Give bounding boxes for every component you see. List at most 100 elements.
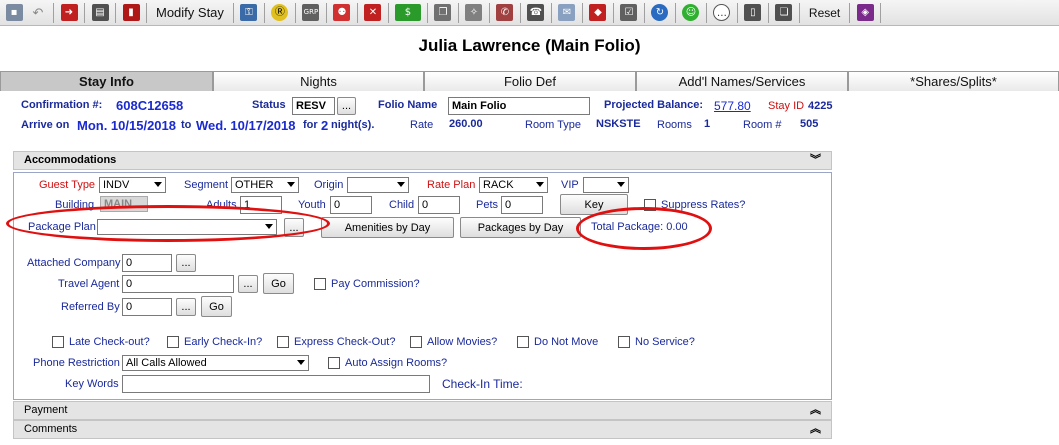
amenities-by-day-button[interactable]: Amenities by Day (321, 217, 454, 238)
referred-by-go-button[interactable]: Go (201, 296, 232, 317)
toolbar-divider (849, 2, 851, 23)
pets-field[interactable]: 0 (501, 196, 543, 214)
toolbar-divider (356, 2, 358, 23)
save-icon[interactable]: ▪ (2, 2, 26, 24)
auto-assign-rooms-checkbox[interactable] (328, 357, 340, 369)
tab-nights[interactable]: Nights (213, 71, 424, 91)
document-icon[interactable]: ▯ (741, 2, 765, 24)
referred-by-lookup-button[interactable]: ... (176, 298, 196, 316)
do-not-move-label: Do Not Move (534, 336, 599, 348)
phone-restriction-label: Phone Restriction (33, 357, 120, 369)
attached-company-lookup-button[interactable]: ... (176, 254, 196, 272)
key-icon[interactable]: ⚿ (237, 2, 261, 24)
grp-icon[interactable]: GRP (299, 2, 323, 24)
segment-select[interactable]: OTHER (231, 177, 299, 193)
projected-balance-link[interactable]: 577.80 (714, 99, 751, 113)
reset-button[interactable]: Reset (803, 2, 846, 24)
print-icon[interactable]: ▤ (88, 2, 112, 24)
export-icon[interactable]: ➜ (57, 2, 81, 24)
projected-balance-label: Projected Balance: (604, 99, 704, 111)
guest-type-select[interactable]: INDV (99, 177, 166, 193)
tag-icon[interactable]: ◆ (586, 2, 610, 24)
toolbar-divider (387, 2, 389, 23)
pay-commission-checkbox[interactable] (314, 278, 326, 290)
collapse-chevron-icon[interactable]: ︾ (810, 152, 821, 169)
pets-label: Pets (476, 199, 499, 211)
undo-icon[interactable]: ↶ (26, 2, 50, 24)
do-not-move-checkbox[interactable] (517, 336, 529, 348)
money-icon[interactable]: $ (392, 2, 424, 24)
toolbar-divider (146, 2, 147, 23)
no-service-checkbox[interactable] (618, 336, 630, 348)
wand-icon[interactable]: ✧ (462, 2, 486, 24)
origin-select[interactable] (347, 177, 409, 193)
gold-coin-icon[interactable]: Ⓡ (268, 2, 292, 24)
clipboard-icon[interactable]: ☑ (617, 2, 641, 24)
comments-header[interactable]: Comments ︽ (13, 420, 832, 439)
express-checkout-checkbox[interactable] (277, 336, 289, 348)
envelope-icon[interactable]: ✉ (555, 2, 579, 24)
folio-name-field[interactable]: Main Folio (448, 97, 590, 115)
speech-bubble-icon[interactable]: … (710, 2, 734, 24)
payment-header[interactable]: Payment ︽ (13, 401, 832, 420)
toolbar-divider (705, 2, 707, 23)
toolbar-divider (263, 2, 265, 23)
attached-company-field[interactable]: 0 (122, 254, 172, 272)
phone-restriction-select[interactable]: All Calls Allowed (122, 355, 309, 371)
travel-agent-go-button[interactable]: Go (263, 273, 294, 294)
cancel-reservation-icon[interactable]: ✕ (361, 2, 385, 24)
status-lookup-button[interactable]: ... (337, 97, 356, 115)
youth-label: Youth (298, 199, 326, 211)
book-purple-icon[interactable]: ◈ (853, 2, 877, 24)
chevron-down-icon (287, 182, 295, 187)
allow-movies-checkbox[interactable] (410, 336, 422, 348)
status-field[interactable]: RESV (292, 97, 335, 115)
auto-assign-rooms-label: Auto Assign Rooms? (345, 357, 448, 369)
smiley-icon[interactable]: ☺ (679, 2, 703, 24)
travel-agent-label: Travel Agent (58, 278, 120, 290)
tab-addl-names-services[interactable]: Add'l Names/Services (636, 71, 848, 91)
rate-plan-select[interactable]: RACK (479, 177, 548, 193)
nights-count: 2 (321, 118, 329, 133)
arrive-label: Arrive on (21, 119, 70, 131)
page-title: Julia Lawrence (Main Folio) (418, 36, 641, 55)
vip-select[interactable] (583, 177, 629, 193)
phone-icon[interactable]: ☎ (524, 2, 548, 24)
key-words-field[interactable] (122, 375, 430, 393)
referred-by-field[interactable]: 0 (122, 298, 172, 316)
refresh-icon[interactable]: ↻ (648, 2, 672, 24)
documents-icon[interactable]: ❏ (772, 2, 796, 24)
toolbar-divider (519, 2, 521, 23)
tab-shares-splits[interactable]: *Shares/Splits* (848, 71, 1059, 91)
copy-icon[interactable]: ❐ (431, 2, 455, 24)
late-checkout-checkbox[interactable] (52, 336, 64, 348)
toolbar-divider (457, 2, 459, 23)
expand-chevron-icon[interactable]: ︽ (810, 421, 821, 438)
tab-folio-def[interactable]: Folio Def (424, 71, 636, 91)
youth-field[interactable]: 0 (330, 196, 372, 214)
travel-agent-field[interactable]: 0 (122, 275, 234, 293)
early-checkin-checkbox[interactable] (167, 336, 179, 348)
packages-by-day-button[interactable]: Packages by Day (460, 217, 581, 238)
room-number-value: 505 (800, 118, 819, 130)
chevron-down-icon (536, 182, 544, 187)
room-number-label: Room # (743, 119, 782, 131)
toolbar-divider (426, 2, 428, 23)
child-field[interactable]: 0 (418, 196, 460, 214)
expand-chevron-icon[interactable]: ︽ (810, 402, 821, 419)
no-service-label: No Service? (635, 336, 695, 348)
stay-id-label: Stay ID (768, 100, 805, 112)
referred-by-label: Referred By (61, 301, 120, 313)
segment-value: OTHER (235, 179, 274, 191)
travel-agent-lookup-button[interactable]: ... (238, 275, 258, 293)
call-icon[interactable]: ✆ (493, 2, 517, 24)
toolbar-divider (115, 2, 116, 23)
modify-stay-button[interactable]: Modify Stay (150, 2, 230, 24)
people-icon[interactable]: ⚉ (330, 2, 354, 24)
book-icon[interactable]: ▮ (119, 2, 143, 24)
accommodations-header[interactable]: Accommodations ︾ (13, 151, 832, 170)
rate-label: Rate (410, 119, 434, 131)
folio-name-label: Folio Name (378, 99, 438, 111)
tab-stay-info[interactable]: Stay Info (0, 71, 213, 91)
toolbar-divider (674, 2, 676, 23)
